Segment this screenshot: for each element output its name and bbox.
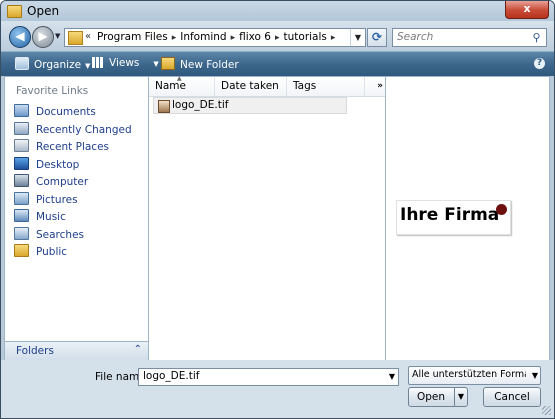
sidebar-item-label: Music xyxy=(36,211,66,223)
help-icon[interactable]: ? xyxy=(534,58,545,69)
file-type-select[interactable]: Alle unterstützten Formate (*.b ▼ xyxy=(408,366,541,385)
pictures-icon xyxy=(14,192,29,205)
open-label: Open xyxy=(417,391,446,403)
sidebar-item-recent-places[interactable]: Recent Places xyxy=(14,139,109,153)
logo-preview-image: Ihre Firma xyxy=(396,200,511,235)
public-icon xyxy=(14,244,29,257)
column-header-date-taken[interactable]: Date taken xyxy=(215,77,287,96)
chevron-right-icon[interactable]: ▸ xyxy=(275,33,280,43)
breadcrumb-flixo-6[interactable]: flixo 6 xyxy=(239,31,271,43)
recent-places-icon xyxy=(14,139,29,152)
folders-toggle[interactable]: Folders ⌃ xyxy=(4,341,149,361)
favorite-links-heading: Favorite Links xyxy=(16,85,89,97)
sidebar-item-recently-changed[interactable]: Recently Changed xyxy=(14,122,132,136)
open-options-dropdown-icon[interactable]: ▼ xyxy=(454,388,467,406)
cancel-button[interactable]: Cancel xyxy=(483,387,541,407)
window-title: Open xyxy=(27,4,60,18)
file-name-value: logo_DE.tif xyxy=(143,370,200,382)
column-label: Tags xyxy=(293,80,317,92)
breadcrumb-infomind[interactable]: Infomind xyxy=(180,31,226,43)
sidebar-item-music[interactable]: Music xyxy=(14,209,66,223)
new-folder-icon xyxy=(161,57,175,70)
double-chevron-left-icon[interactable]: « xyxy=(85,31,91,42)
chevron-right-icon[interactable]: ▸ xyxy=(331,33,336,43)
folder-icon xyxy=(7,5,22,18)
back-button[interactable]: ◀ xyxy=(9,26,31,48)
folders-label: Folders xyxy=(16,345,54,357)
command-toolbar: Organize ▼ Views ▼ New Folder ? xyxy=(1,51,554,76)
search-placeholder: Search xyxy=(397,31,434,43)
sidebar-item-label: Pictures xyxy=(36,194,78,206)
sidebar-item-pictures[interactable]: Pictures xyxy=(14,192,78,206)
organize-button[interactable]: Organize ▼ xyxy=(15,57,90,71)
file-list: ▲ Name Date taken Tags » logo_DE.tif xyxy=(148,76,386,361)
close-button[interactable]: x xyxy=(505,1,549,19)
recent-pages-dropdown-icon[interactable]: ▼ xyxy=(55,32,60,40)
logo-dot-icon xyxy=(496,204,507,215)
chevron-up-icon: ⌃ xyxy=(133,344,142,355)
chevron-down-icon: ▼ xyxy=(531,371,538,380)
search-icon[interactable]: ⚲ xyxy=(530,31,543,44)
sidebar-item-searches[interactable]: Searches xyxy=(14,227,84,241)
sidebar-item-computer[interactable]: Computer xyxy=(14,174,88,188)
preview-pane: Ihre Firma xyxy=(385,76,550,361)
sidebar-item-label: Documents xyxy=(36,106,96,118)
logo-text: Ihre Firma xyxy=(400,205,500,225)
sidebar-item-label: Desktop xyxy=(36,159,80,171)
sidebar-item-label: Recent Places xyxy=(36,141,110,153)
sidebar-item-label: Computer xyxy=(36,176,89,188)
chevron-right-icon[interactable]: ▸ xyxy=(231,33,236,43)
sidebar-item-public[interactable]: Public xyxy=(14,244,67,258)
searches-icon xyxy=(14,227,29,240)
sidebar-item-label: Public xyxy=(36,246,68,258)
breadcrumb-program-files[interactable]: Program Files xyxy=(97,31,168,43)
chevron-down-icon: ▼ xyxy=(153,60,159,68)
address-dropdown-icon[interactable]: ▼ xyxy=(350,29,365,46)
new-folder-label: New Folder xyxy=(180,59,239,71)
more-columns-icon[interactable]: » xyxy=(377,77,383,96)
organize-icon xyxy=(15,57,29,70)
sidebar-item-label: Searches xyxy=(36,229,85,241)
documents-icon xyxy=(14,104,29,117)
sort-ascending-icon: ▲ xyxy=(177,75,182,82)
file-type-value: Alle unterstützten Formate (*.b xyxy=(412,369,526,380)
music-icon xyxy=(14,209,29,222)
title-bar: Open x xyxy=(1,1,554,21)
views-label: Views xyxy=(109,57,140,69)
column-header-name[interactable]: ▲ Name xyxy=(149,75,215,96)
open-dialog: Open x ◀ ▶ ▼ « Program Files ▸ Infomind ▸ fl… xyxy=(0,0,555,419)
breadcrumb-tutorials[interactable]: tutorials xyxy=(284,31,327,43)
new-folder-button[interactable]: New Folder xyxy=(161,57,239,71)
resize-grip-icon[interactable] xyxy=(542,406,551,415)
views-button[interactable]: Views ▼ xyxy=(92,57,159,69)
sidebar-item-desktop[interactable]: Desktop xyxy=(14,157,79,171)
computer-icon xyxy=(14,174,29,187)
column-header-tags[interactable]: Tags xyxy=(287,77,365,96)
file-name-field[interactable]: logo_DE.tif ▼ xyxy=(138,368,399,386)
sidebar-item-label: Recently Changed xyxy=(36,124,132,136)
forward-button[interactable]: ▶ xyxy=(32,26,54,48)
breadcrumb: Program Files ▸ Infomind ▸ flixo 6 ▸ tutorials… xyxy=(97,31,339,43)
chevron-down-icon: ▼ xyxy=(85,62,91,70)
list-item[interactable]: logo_DE.tif xyxy=(153,97,347,114)
search-input[interactable]: Search ⚲ xyxy=(392,28,547,47)
organize-label: Organize xyxy=(34,59,82,71)
column-label: Date taken xyxy=(221,80,279,92)
desktop-icon xyxy=(14,157,29,170)
chevron-down-icon[interactable]: ▼ xyxy=(389,369,395,385)
refresh-button[interactable]: ⟳ xyxy=(367,28,387,47)
recently-changed-icon xyxy=(14,122,29,135)
column-header-row: ▲ Name Date taken Tags » xyxy=(149,75,385,97)
image-file-icon xyxy=(158,100,170,113)
views-icon xyxy=(92,57,104,68)
sidebar-item-documents[interactable]: Documents xyxy=(14,104,96,118)
chevron-right-icon[interactable]: ▸ xyxy=(172,33,177,43)
folder-icon xyxy=(68,31,83,45)
address-field[interactable]: « Program Files ▸ Infomind ▸ flixo 6 ▸ tutoria… xyxy=(64,28,366,47)
file-name: logo_DE.tif xyxy=(172,99,229,111)
navigation-pane: Favorite Links Documents Recently Change… xyxy=(4,76,149,361)
open-button[interactable]: Open ▼ xyxy=(408,387,468,407)
